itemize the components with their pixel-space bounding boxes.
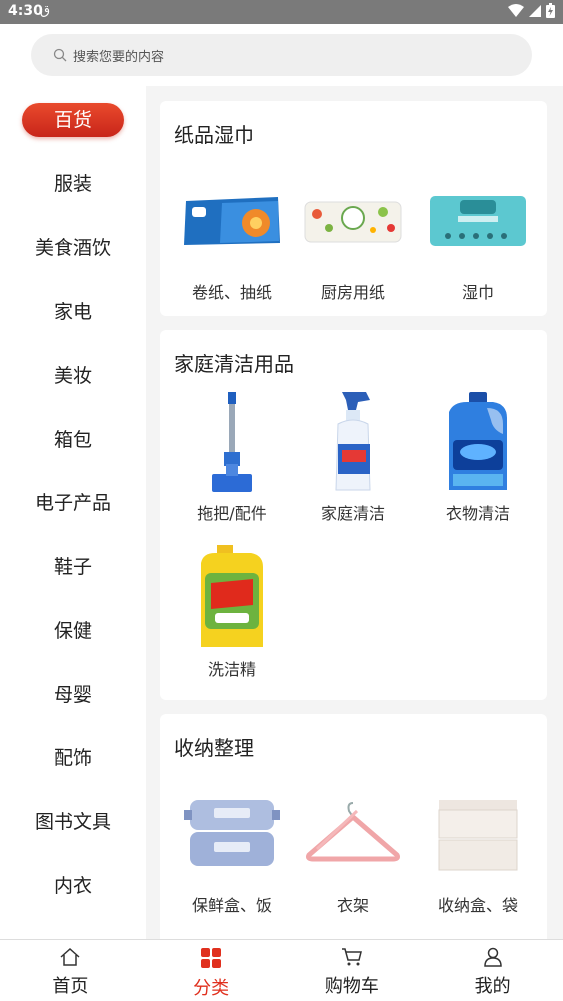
sidebar-item-neiyi[interactable]: 内衣 bbox=[0, 866, 146, 906]
product-item[interactable]: 卷纸、抽纸 bbox=[172, 171, 292, 303]
sidebar-item-xiangbao[interactable]: 箱包 bbox=[0, 420, 146, 460]
tab-label: 购物车 bbox=[324, 976, 379, 997]
product-item[interactable]: 拖把/配件 bbox=[172, 392, 292, 524]
wifi-icon bbox=[508, 3, 524, 17]
sidebar-item-label: 百货 bbox=[22, 103, 124, 137]
wet-wipes-image bbox=[418, 171, 538, 271]
product-item[interactable]: 厨房用纸 bbox=[293, 171, 413, 303]
tab-label: 我的 bbox=[474, 976, 511, 997]
category-content: 纸品湿巾 卷纸、抽纸 厨房用纸 湿巾 家庭清洁用品 拖把/配件 家庭清洁 衣物清… bbox=[146, 86, 563, 939]
product-item[interactable]: 保鲜盒、饭 bbox=[172, 784, 292, 916]
tab-home[interactable]: 首页 bbox=[0, 940, 141, 1001]
tab-label: 分类 bbox=[193, 978, 230, 999]
tab-category[interactable]: 分类 bbox=[141, 940, 282, 1001]
product-label: 卷纸、抽纸 bbox=[191, 283, 272, 302]
section-title: 纸品湿巾 bbox=[174, 123, 254, 147]
sidebar-item-label: 电子产品 bbox=[34, 492, 111, 514]
sidebar-item-label: 箱包 bbox=[53, 429, 92, 451]
user-icon bbox=[483, 947, 502, 967]
section-title: 家庭清洁用品 bbox=[174, 352, 294, 376]
hanger-image bbox=[293, 784, 413, 884]
mop-image bbox=[172, 392, 292, 492]
battery-icon bbox=[546, 3, 555, 18]
dish-soap-image bbox=[172, 545, 292, 648]
bottom-tab-bar: 首页 分类 购物车 我的 bbox=[0, 939, 563, 1001]
status-time: 4:30 bbox=[8, 3, 43, 19]
tab-cart[interactable]: 购物车 bbox=[282, 940, 423, 1001]
product-label: 收纳盒、袋 bbox=[437, 896, 518, 915]
sidebar-item-fuzhuang[interactable]: 服装 bbox=[0, 164, 146, 204]
tab-profile[interactable]: 我的 bbox=[422, 940, 563, 1001]
sidebar-item-tushu[interactable]: 图书文具 bbox=[0, 802, 146, 842]
cart-icon bbox=[341, 948, 362, 966]
product-item[interactable]: 收纳盒、袋 bbox=[418, 784, 538, 916]
carrier-indicator: ق bbox=[40, 3, 51, 18]
sidebar-item-label: 鞋子 bbox=[53, 556, 92, 578]
search-placeholder: 搜索您要的内容 bbox=[73, 49, 165, 65]
sidebar-item-peishi[interactable]: 配饰 bbox=[0, 738, 146, 778]
sidebar-item-label: 美食酒饮 bbox=[34, 237, 111, 259]
product-label: 家庭清洁 bbox=[320, 504, 385, 523]
sidebar-item-jiadian[interactable]: 家电 bbox=[0, 292, 146, 332]
tab-label: 首页 bbox=[52, 976, 89, 997]
storage-box-image bbox=[418, 784, 538, 884]
lunch-box-image bbox=[172, 784, 292, 884]
sidebar-item-label: 母婴 bbox=[53, 684, 92, 706]
product-label: 洗洁精 bbox=[207, 660, 256, 679]
sidebar-item-xiezi[interactable]: 鞋子 bbox=[0, 547, 146, 587]
product-item[interactable]: 家庭清洁 bbox=[293, 392, 413, 524]
product-item[interactable]: 衣物清洁 bbox=[418, 392, 538, 524]
section-card-cleaning: 家庭清洁用品 拖把/配件 家庭清洁 衣物清洁 洗洁精 bbox=[160, 330, 547, 700]
search-icon bbox=[53, 48, 67, 62]
sidebar-item-muying[interactable]: 母婴 bbox=[0, 675, 146, 715]
product-label: 厨房用纸 bbox=[320, 283, 385, 302]
sidebar-item-baihuo[interactable]: 百货 bbox=[0, 100, 146, 140]
sidebar-item-label: 家电 bbox=[53, 301, 92, 323]
sidebar-item-label: 服装 bbox=[53, 173, 92, 195]
laundry-detergent-image bbox=[418, 392, 538, 492]
product-label: 湿巾 bbox=[461, 283, 494, 302]
status-bar: 4:30 ق bbox=[0, 0, 563, 24]
search-input[interactable]: 搜索您要的内容 bbox=[31, 34, 532, 76]
section-card-paper: 纸品湿巾 卷纸、抽纸 厨房用纸 湿巾 bbox=[160, 101, 547, 316]
sidebar-item-label: 图书文具 bbox=[34, 811, 111, 833]
system-icons bbox=[508, 3, 555, 18]
product-label: 衣物清洁 bbox=[445, 504, 510, 523]
product-item[interactable]: 湿巾 bbox=[418, 171, 538, 303]
sidebar-item-baojian[interactable]: 保健 bbox=[0, 611, 146, 651]
category-grid-icon bbox=[201, 948, 222, 968]
product-label: 衣架 bbox=[336, 896, 369, 915]
home-icon bbox=[60, 947, 80, 966]
tissue-pack-image bbox=[172, 171, 292, 271]
spray-bottle-image bbox=[293, 392, 413, 492]
sidebar-item-label: 保健 bbox=[53, 620, 92, 642]
section-title: 收纳整理 bbox=[174, 736, 254, 760]
kitchen-paper-image bbox=[293, 171, 413, 271]
category-sidebar: 百货 服装 美食酒饮 家电 美妆 箱包 电子产品 鞋子 保健 母婴 配饰 图书文… bbox=[0, 86, 146, 939]
sidebar-item-meizhuang[interactable]: 美妆 bbox=[0, 356, 146, 396]
sidebar-item-dianzi[interactable]: 电子产品 bbox=[0, 483, 146, 523]
product-item[interactable]: 衣架 bbox=[293, 784, 413, 916]
sidebar-item-label: 配饰 bbox=[53, 747, 92, 769]
section-card-storage: 收纳整理 保鲜盒、饭 衣架 收纳盒、袋 bbox=[160, 714, 547, 939]
sidebar-item-label: 美妆 bbox=[53, 365, 92, 387]
signal-icon bbox=[529, 4, 541, 17]
search-bar-container: 搜索您要的内容 bbox=[0, 24, 563, 86]
product-label: 保鲜盒、饭 bbox=[191, 896, 272, 915]
product-label: 拖把/配件 bbox=[197, 504, 267, 523]
sidebar-item-label: 内衣 bbox=[53, 875, 92, 897]
product-item[interactable]: 洗洁精 bbox=[172, 545, 292, 680]
sidebar-item-meishi[interactable]: 美食酒饮 bbox=[0, 228, 146, 268]
